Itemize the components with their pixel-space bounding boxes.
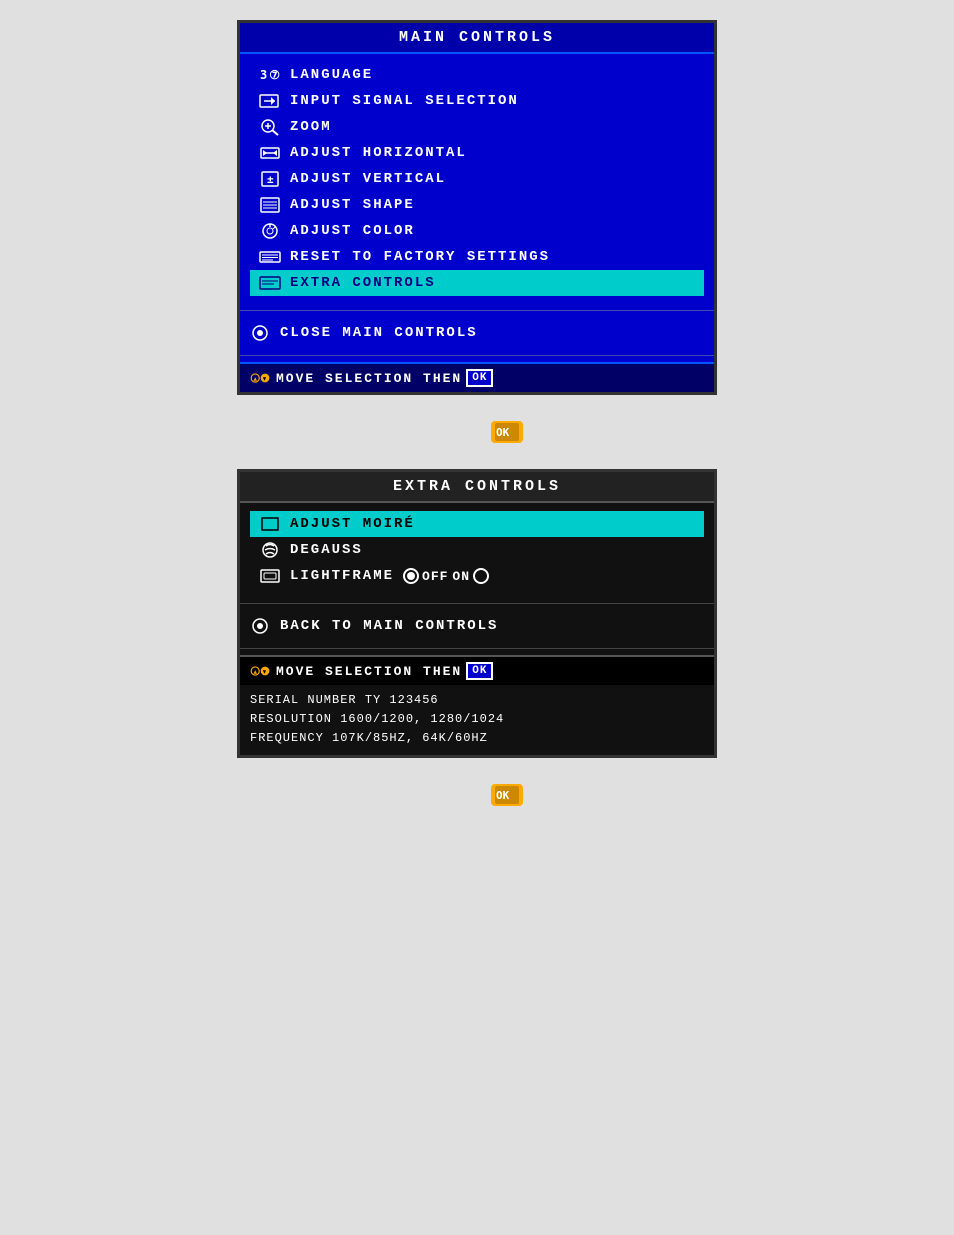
svg-text:▼: ▼ [263, 376, 268, 382]
menu-item-degauss[interactable]: DEGAUSS [250, 537, 704, 563]
device-info-section: SERIAL NUMBER TY 123456 RESOLUTION 1600/… [240, 685, 714, 755]
back-to-main[interactable]: BACK TO MAIN CONTROLS [240, 610, 714, 642]
main-ok-badge: OK [466, 369, 493, 387]
zoom-icon [256, 117, 284, 137]
extra-controls-icon [256, 273, 284, 293]
extra-ok-badge: OK [466, 662, 493, 680]
input-signal-label: INPUT SIGNAL SELECTION [290, 93, 519, 109]
adjust-color-label: ADJUST COLOR [290, 223, 415, 239]
extra-controls-body: ADJUST MOIRÉ DEGAUSS LIGHT [240, 503, 714, 597]
input-signal-icon [256, 91, 284, 111]
main-controls-body: 3⑦ LANGUAGE INPUT SIGNAL SELECTION [240, 54, 714, 304]
adjust-horiz-icon [256, 143, 284, 163]
footer-nav-icon: ▲ ▼ [250, 369, 272, 387]
menu-item-input-signal[interactable]: INPUT SIGNAL SELECTION [250, 88, 704, 114]
lightframe-icon [256, 566, 284, 586]
resolution-info: RESOLUTION 1600/1200, 1280/1024 [250, 710, 704, 729]
menu-item-adjust-shape[interactable]: ADJUST SHAPE [250, 192, 704, 218]
adjust-shape-icon [256, 195, 284, 215]
moire-label: ADJUST MOIRÉ [290, 516, 415, 532]
svg-text:±: ± [267, 173, 276, 186]
extra-controls-title: EXTRA CONTROLS [240, 472, 714, 503]
extra-divider-1 [240, 603, 714, 604]
svg-text:OK: OK [496, 426, 510, 439]
menu-item-reset[interactable]: RESET TO FACTORY SETTINGS [250, 244, 704, 270]
main-divider-1 [240, 310, 714, 311]
extra-divider-2 [240, 648, 714, 649]
main-controls-panel: MAIN CONTROLS 3⑦ LANGUAGE INPUT SIGNAL S… [237, 20, 717, 395]
back-label: BACK TO MAIN CONTROLS [280, 618, 498, 634]
main-footer-label: MOVE SELECTION THEN [276, 371, 462, 386]
close-main-label: CLOSE MAIN CONTROLS [280, 325, 478, 341]
main-footer-bar: ▲ ▼ MOVE SELECTION THEN OK [240, 362, 714, 392]
moire-icon [256, 514, 284, 534]
lightframe-on-btn[interactable]: ON [452, 567, 490, 585]
extra-footer-label: MOVE SELECTION THEN [276, 664, 462, 679]
svg-text:▲: ▲ [253, 376, 258, 382]
main-divider-2 [240, 355, 714, 356]
lightframe-label: LIGHTFRAME [290, 568, 394, 584]
menu-item-adjust-vert[interactable]: ± ADJUST VERTICAL [250, 166, 704, 192]
lightframe-row: LIGHTFRAME OFF ON [250, 563, 704, 589]
svg-text:OK: OK [496, 789, 510, 802]
ok-circle-main[interactable]: OK [491, 421, 523, 443]
language-label: LANGUAGE [290, 67, 373, 83]
adjust-color-icon [256, 221, 284, 241]
zoom-label: ZOOM [290, 119, 332, 135]
back-icon [246, 616, 274, 636]
extra-footer-nav-icon: ▲ ▼ [250, 662, 272, 680]
degauss-label: DEGAUSS [290, 542, 363, 558]
language-icon: 3⑦ [256, 65, 284, 85]
menu-item-adjust-color[interactable]: ADJUST COLOR [250, 218, 704, 244]
main-controls-title: MAIN CONTROLS [240, 23, 714, 54]
serial-number: SERIAL NUMBER TY 123456 [250, 691, 704, 710]
adjust-shape-label: ADJUST SHAPE [290, 197, 415, 213]
ok-button-main[interactable]: OK [237, 411, 717, 453]
menu-item-zoom[interactable]: ZOOM [250, 114, 704, 140]
lightframe-off-btn[interactable]: OFF [402, 567, 448, 585]
adjust-vert-icon: ± [256, 169, 284, 189]
svg-text:3⑦: 3⑦ [260, 68, 281, 82]
ok-button-extra[interactable]: OK [237, 774, 717, 816]
extra-footer-bar: ▲ ▼ MOVE SELECTION THEN OK [240, 655, 714, 685]
close-main-icon [246, 323, 274, 343]
close-main-controls[interactable]: CLOSE MAIN CONTROLS [240, 317, 714, 349]
menu-item-language[interactable]: 3⑦ LANGUAGE [250, 62, 704, 88]
degauss-icon [256, 540, 284, 560]
ok-circle-extra[interactable]: OK [491, 784, 523, 806]
reset-label: RESET TO FACTORY SETTINGS [290, 249, 550, 265]
menu-item-adjust-horiz[interactable]: ADJUST HORIZONTAL [250, 140, 704, 166]
svg-text:▲: ▲ [253, 669, 258, 675]
extra-controls-label: EXTRA CONTROLS [290, 275, 436, 291]
on-label: ON [452, 569, 470, 584]
off-label: OFF [422, 569, 448, 584]
extra-controls-panel: EXTRA CONTROLS ADJUST MOIRÉ [237, 469, 717, 758]
adjust-horiz-label: ADJUST HORIZONTAL [290, 145, 467, 161]
reset-icon [256, 247, 284, 267]
menu-item-extra-controls[interactable]: EXTRA CONTROLS [250, 270, 704, 296]
frequency-info: FREQUENCY 107K/85HZ, 64K/60HZ [250, 729, 704, 748]
adjust-vert-label: ADJUST VERTICAL [290, 171, 446, 187]
menu-item-moire[interactable]: ADJUST MOIRÉ [250, 511, 704, 537]
svg-text:▼: ▼ [263, 669, 268, 675]
